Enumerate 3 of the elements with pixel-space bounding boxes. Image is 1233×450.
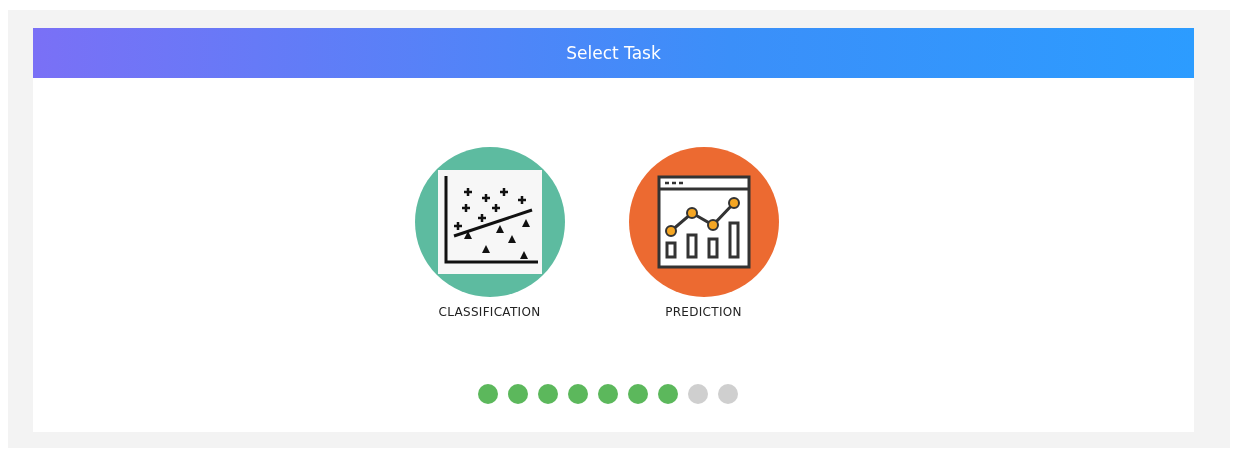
chart-window-icon [656, 175, 751, 269]
header-title: Select Task [566, 43, 661, 63]
scatter-plot-icon [437, 170, 542, 274]
